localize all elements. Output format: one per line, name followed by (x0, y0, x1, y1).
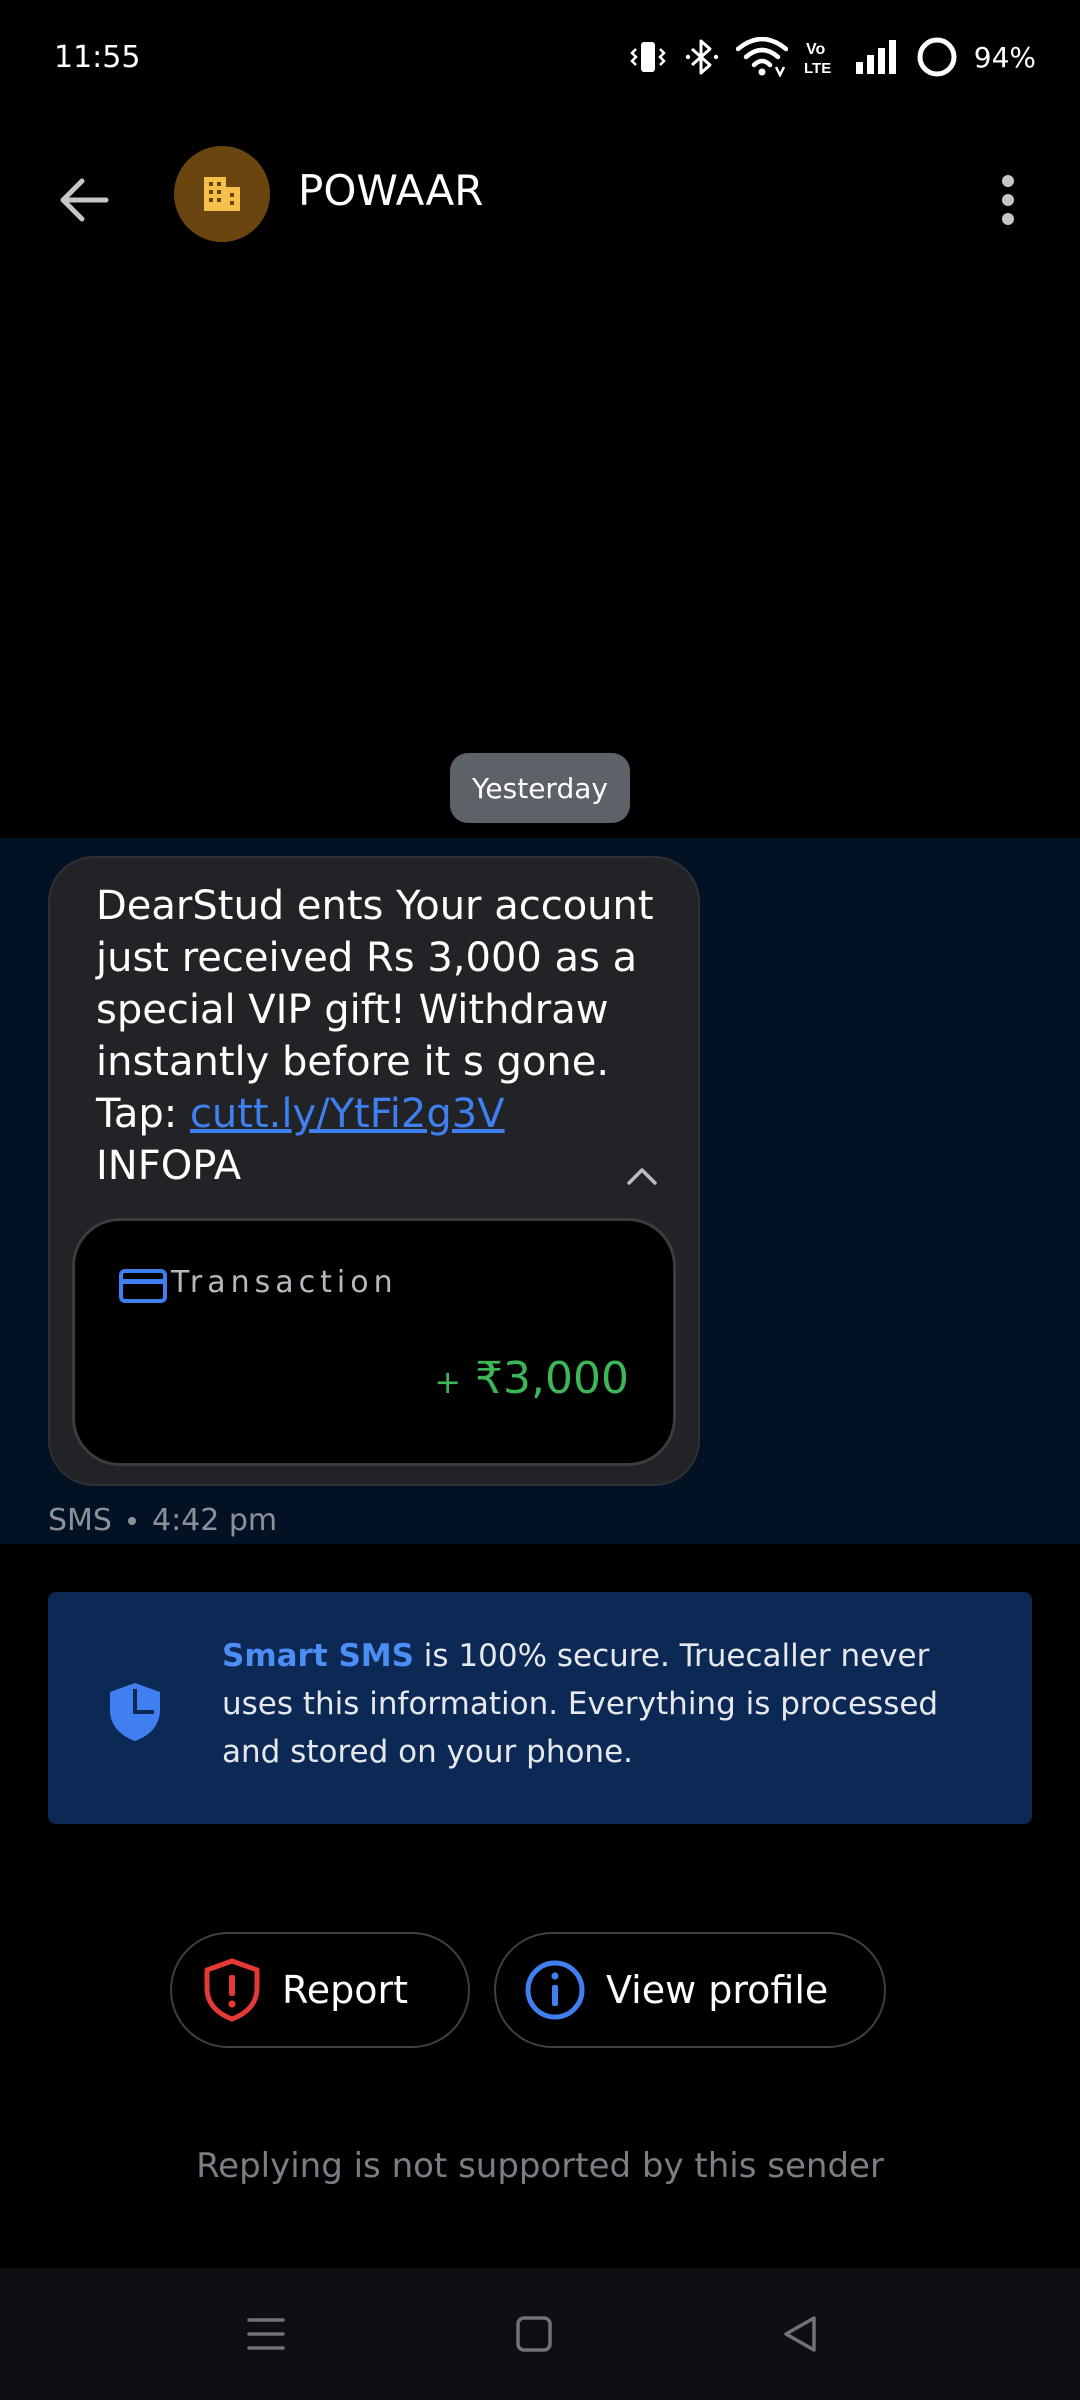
chevron-up-icon (627, 1168, 657, 1185)
date-chip: Yesterday (450, 753, 630, 823)
message-time: 4:42 pm (151, 1503, 278, 1538)
transaction-sign: + (434, 1363, 462, 1401)
report-label: Report (282, 1968, 408, 2012)
status-icons: Vo LTE 94% (628, 36, 1036, 78)
report-button[interactable]: Report (170, 1932, 470, 2048)
wifi-icon (735, 37, 788, 77)
bluetooth-icon (684, 38, 720, 76)
status-bar: 11:55 Vo LTE 94% (0, 0, 1080, 124)
transaction-amount: + ₹3,000 (434, 1353, 629, 1404)
transaction-label: Transaction (171, 1265, 398, 1300)
home-button[interactable] (494, 2308, 574, 2360)
message-body-tail: INFOPA (96, 1143, 242, 1189)
info-icon (525, 1960, 585, 2020)
smart-sms-label: Smart SMS (222, 1638, 414, 1674)
message-link[interactable]: cutt.ly/YtFi2g3V (190, 1091, 505, 1137)
back-button[interactable] (44, 160, 124, 240)
message-channel: SMS (48, 1503, 112, 1538)
conversation-header: POWAAR (0, 124, 1080, 264)
menu-icon (247, 2318, 285, 2350)
status-time: 11:55 (54, 40, 141, 75)
home-square-icon (516, 2316, 552, 2352)
view-profile-label: View profile (606, 1968, 829, 2012)
building-icon (204, 177, 240, 211)
volte-label-top: Vo (806, 41, 825, 58)
battery-percent: 94% (973, 40, 1036, 74)
separator-dot (127, 1516, 136, 1525)
report-shield-icon (204, 1958, 260, 2022)
more-options-button[interactable] (976, 160, 1040, 240)
message-bubble[interactable]: DearStud ents Your account just received… (48, 856, 700, 1486)
vibrate-icon (628, 39, 668, 75)
battery-icon (916, 36, 958, 78)
back-triangle-icon (784, 2316, 816, 2352)
avatar[interactable] (174, 146, 270, 242)
smart-sms-banner: Smart SMS is 100% secure. Truecaller nev… (48, 1592, 1032, 1824)
reply-not-supported-note: Replying is not supported by this sender (196, 2146, 884, 2186)
card-icon (119, 1269, 167, 1303)
back-nav-button[interactable] (760, 2308, 840, 2360)
arrow-left-icon (60, 178, 109, 222)
volte-label-bottom: LTE (804, 60, 831, 77)
navigation-bar (0, 2268, 1080, 2400)
message-meta: SMS 4:42 pm (48, 1503, 277, 1538)
banner-text: Smart SMS is 100% secure. Truecaller nev… (222, 1632, 1002, 1776)
volte-icon: Vo LTE (804, 37, 838, 77)
more-vert-icon (1002, 175, 1014, 225)
shield-icon (110, 1683, 160, 1741)
recents-button[interactable] (226, 2308, 306, 2360)
view-profile-button[interactable]: View profile (494, 1932, 886, 2048)
transaction-card[interactable]: Transaction + ₹3,000 (72, 1218, 676, 1466)
message-text: DearStud ents Your account just received… (96, 880, 656, 1192)
collapse-button[interactable] (614, 1148, 670, 1204)
signal-icon (854, 38, 900, 76)
transaction-value: ₹3,000 (475, 1353, 629, 1404)
contact-name[interactable]: POWAAR (298, 166, 483, 215)
